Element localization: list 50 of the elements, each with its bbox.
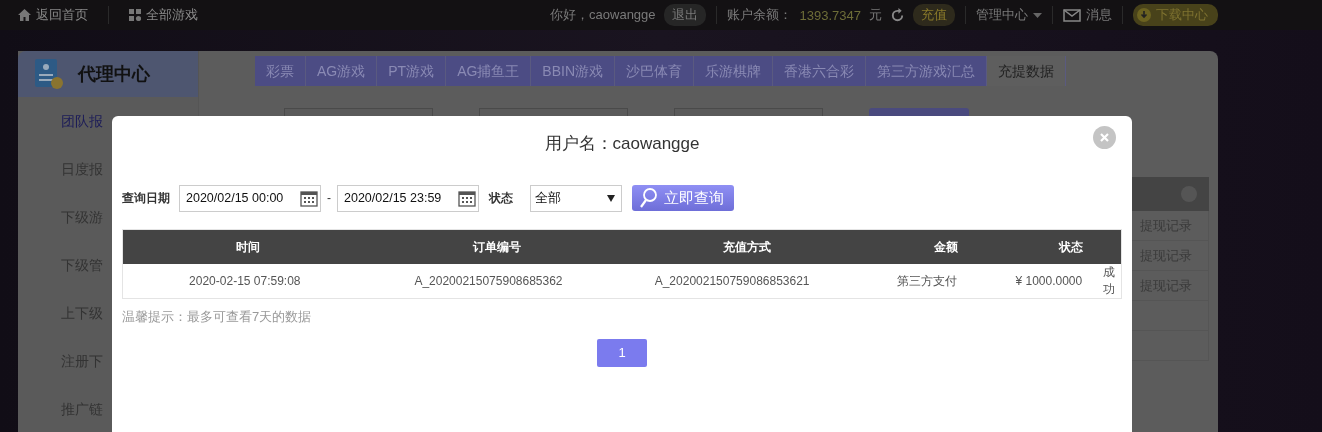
balance-label: 账户余额： <box>726 6 792 24</box>
tab[interactable]: 彩票 <box>255 56 306 86</box>
caret-icon <box>1033 12 1042 18</box>
tab[interactable]: 香港六合彩 <box>773 56 867 86</box>
table-cell-text: 2020-02-15 07:59:08 <box>188 274 302 288</box>
start-date-field[interactable]: 2020/02/15 00:00 <box>179 184 321 212</box>
column-header: 充值方式 <box>721 238 772 256</box>
download-icon <box>1137 8 1151 22</box>
grid-icon <box>129 9 141 21</box>
date-label: 查询日期 <box>122 189 170 207</box>
home-icon <box>18 9 31 21</box>
caret-icon <box>607 194 615 202</box>
status-label: 状态 <box>489 189 513 207</box>
panel-title: 代理中心 <box>78 63 150 86</box>
column-header: 状态 <box>1057 238 1085 256</box>
calendar-icon <box>458 189 476 207</box>
column-header: 时间 <box>234 238 261 256</box>
hint-text: 温馨提示：最多可查看7天的数据 <box>122 308 313 326</box>
page-button[interactable]: 1 <box>597 339 647 367</box>
messages-link[interactable]: 消息 <box>1063 6 1112 24</box>
table-cell-text: A_20200215075908685362 <box>413 274 564 288</box>
tab[interactable]: 乐游棋牌 <box>694 56 774 86</box>
calendar-icon <box>300 189 318 207</box>
recharge-button[interactable]: 充值 <box>913 4 955 26</box>
all-games-link[interactable]: 全部游戏 <box>129 6 198 24</box>
id-card-icon <box>34 58 64 90</box>
refresh-icon[interactable] <box>890 7 905 23</box>
home-link[interactable]: 返回首页 <box>18 6 88 24</box>
column-header: 订单编号 <box>471 238 523 256</box>
tab[interactable]: BBIN游戏 <box>531 56 616 86</box>
tab[interactable]: PT游戏 <box>377 56 447 86</box>
table-cell-text: 第三方支付 <box>896 272 958 290</box>
magnifier-icon <box>640 188 658 208</box>
end-date-field[interactable]: 2020/02/15 23:59 <box>337 184 479 212</box>
table-cell-text: A_202002150759086853621 <box>653 274 811 288</box>
envelope-icon <box>1063 8 1081 22</box>
table-cell-text: 成功 <box>1102 264 1117 298</box>
tab[interactable]: 沙巴体育 <box>615 56 695 86</box>
logout-button[interactable]: 退出 <box>663 4 706 26</box>
column-header: 金额 <box>933 238 960 256</box>
balance-value: 1393.7347 <box>799 7 861 23</box>
query-button[interactable]: 立即查询 <box>632 185 734 211</box>
currency-text: 元 <box>869 6 882 24</box>
management-menu[interactable]: 管理中心 <box>976 6 1042 24</box>
status-dropdown[interactable]: 全部 <box>530 184 622 212</box>
table-cell-text: ¥ 1000.0000 <box>1014 274 1084 288</box>
greeting-text: 你好，caowangge <box>550 6 656 24</box>
modal-title: 用户名：caowangge <box>544 134 700 153</box>
range-separator: - <box>327 191 331 205</box>
tab[interactable]: AG游戏 <box>306 56 378 86</box>
